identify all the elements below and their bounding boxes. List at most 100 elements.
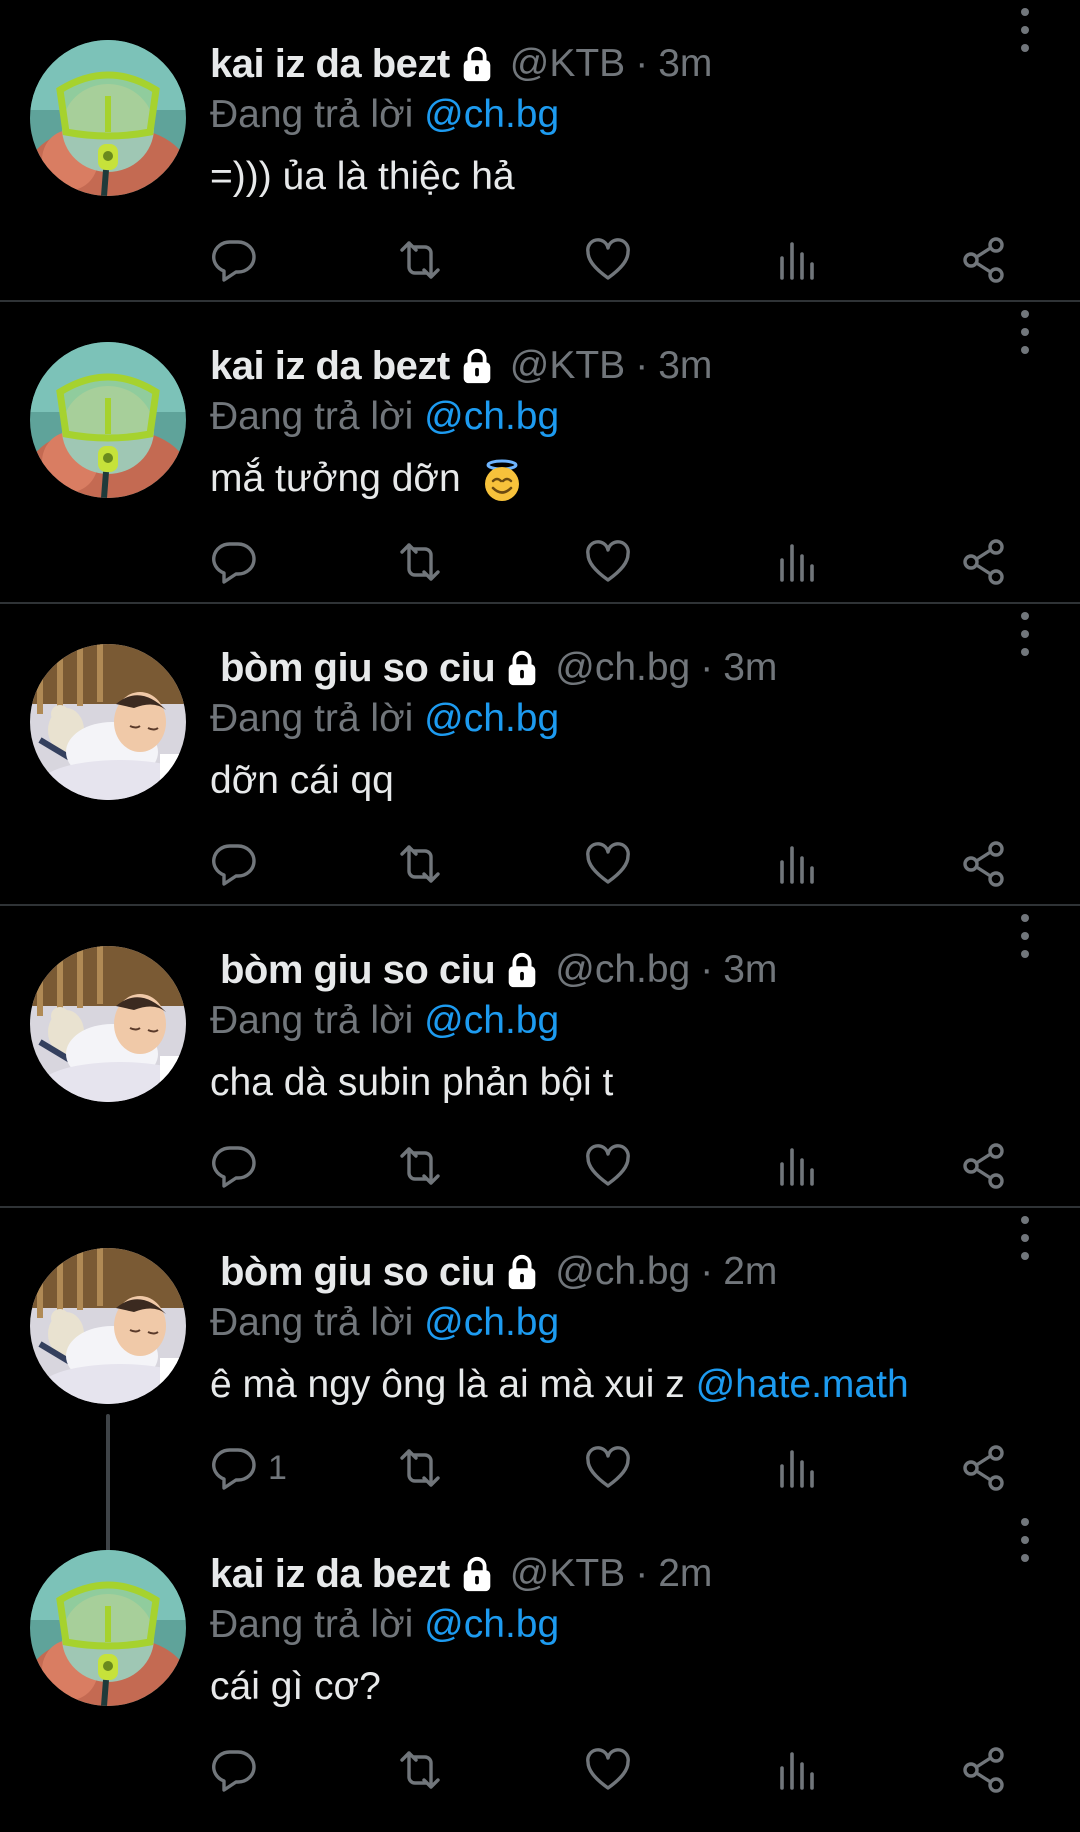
reply-prefix: Đang trả lời <box>210 999 414 1042</box>
views-button[interactable] <box>772 1438 820 1498</box>
reply-button[interactable] <box>210 230 268 290</box>
display-name[interactable]: bòm giu so ciu <box>220 646 496 691</box>
share-icon <box>960 840 1008 888</box>
views-icon <box>772 840 820 888</box>
reply-button[interactable] <box>210 532 268 592</box>
inline-mention[interactable]: @hate.math <box>696 1363 909 1406</box>
timestamp[interactable]: 2m <box>658 1552 712 1596</box>
share-button[interactable] <box>960 1740 1008 1800</box>
handle[interactable]: @KTB <box>510 1552 625 1596</box>
handle[interactable]: @KTB <box>510 42 625 86</box>
separator: · <box>700 1250 714 1293</box>
reply-to-mention[interactable]: @ch.bg <box>424 93 559 136</box>
reply-to-mention[interactable]: @ch.bg <box>424 999 559 1042</box>
views-button[interactable] <box>772 1740 820 1800</box>
views-icon <box>772 538 820 586</box>
retweet-button[interactable] <box>396 1136 444 1196</box>
more-options-icon[interactable] <box>1010 612 1040 656</box>
share-button[interactable] <box>960 532 1008 592</box>
display-name[interactable]: bòm giu so ciu <box>220 1250 496 1295</box>
views-button[interactable] <box>772 1136 820 1196</box>
more-options-icon[interactable] <box>1010 914 1040 958</box>
tweet[interactable]: kai iz da bezt @KTB · 3m Đang trả lời @c… <box>0 302 1080 604</box>
like-button[interactable] <box>584 1136 632 1196</box>
retweet-icon <box>396 538 444 586</box>
display-name[interactable]: kai iz da bezt <box>210 1552 450 1597</box>
retweet-icon <box>396 840 444 888</box>
more-options-icon[interactable] <box>1010 310 1040 354</box>
avatar[interactable] <box>30 40 186 196</box>
tweet[interactable]: kai iz da bezt @KTB · 3m Đang trả lời @c… <box>0 0 1080 302</box>
like-button[interactable] <box>584 1438 632 1498</box>
share-button[interactable] <box>960 230 1008 290</box>
tweet[interactable]: kai iz da bezt @KTB · 2m Đang trả lời @c… <box>0 1510 1080 1812</box>
avatar[interactable] <box>30 1248 186 1404</box>
replying-to: Đang trả lời @ch.bg <box>210 392 1060 442</box>
reply-prefix: Đang trả lời <box>210 1603 414 1646</box>
like-button[interactable] <box>584 834 632 894</box>
retweet-button[interactable] <box>396 532 444 592</box>
goggles-avatar <box>30 40 186 196</box>
tweet[interactable]: bòm giu so ciu @ch.bg · 3m Đang trả lời … <box>0 906 1080 1208</box>
handle[interactable]: @ch.bg <box>555 948 690 992</box>
reply-to-mention[interactable]: @ch.bg <box>424 1301 559 1344</box>
tweet-text-row: mắ tưởng dỡn <box>210 454 1060 504</box>
avatar[interactable] <box>30 1550 186 1706</box>
tweet-feed: kai iz da bezt @KTB · 3m Đang trả lời @c… <box>0 0 1080 1832</box>
like-button[interactable] <box>584 1740 632 1800</box>
more-options-icon[interactable] <box>1010 1518 1040 1562</box>
retweet-button[interactable] <box>396 230 444 290</box>
timestamp[interactable]: 3m <box>723 646 777 690</box>
avatar[interactable] <box>30 342 186 498</box>
reply-to-mention[interactable]: @ch.bg <box>424 1603 559 1646</box>
goggles-avatar <box>30 1550 186 1706</box>
share-button[interactable] <box>960 834 1008 894</box>
share-button[interactable] <box>960 1136 1008 1196</box>
views-button[interactable] <box>772 532 820 592</box>
reply-to-mention[interactable]: @ch.bg <box>424 697 559 740</box>
timestamp[interactable]: 2m <box>723 1250 777 1294</box>
avatar[interactable] <box>30 946 186 1102</box>
display-name[interactable]: kai iz da bezt <box>210 344 450 389</box>
more-options-icon[interactable] <box>1010 1216 1040 1260</box>
retweet-button[interactable] <box>396 834 444 894</box>
sleeping-child-avatar <box>30 946 186 1102</box>
views-button[interactable] <box>772 230 820 290</box>
reply-icon <box>210 538 258 586</box>
handle[interactable]: @ch.bg <box>555 1250 690 1294</box>
reply-button[interactable] <box>210 1740 268 1800</box>
tweet-text: cha dà subin phản bội t <box>210 1061 614 1104</box>
reply-prefix: Đang trả lời <box>210 697 414 740</box>
display-name[interactable]: kai iz da bezt <box>210 42 450 87</box>
like-button[interactable] <box>584 230 632 290</box>
share-icon <box>960 538 1008 586</box>
share-icon <box>960 1444 1008 1492</box>
tweet[interactable]: bòm giu so ciu @ch.bg · 3m Đang trả lời … <box>0 604 1080 906</box>
lock-icon <box>503 951 541 989</box>
reply-button[interactable] <box>210 834 268 894</box>
timestamp[interactable]: 3m <box>658 42 712 86</box>
share-button[interactable] <box>960 1438 1008 1498</box>
like-icon <box>584 236 632 284</box>
handle[interactable]: @KTB <box>510 344 625 388</box>
timestamp[interactable]: 3m <box>658 344 712 388</box>
lock-icon <box>503 649 541 687</box>
display-name[interactable]: bòm giu so ciu <box>220 948 496 993</box>
retweet-button[interactable] <box>396 1740 444 1800</box>
reply-button[interactable] <box>210 1136 268 1196</box>
reply-icon <box>210 1142 258 1190</box>
retweet-button[interactable] <box>396 1438 444 1498</box>
like-button[interactable] <box>584 532 632 592</box>
more-options-icon[interactable] <box>1010 8 1040 52</box>
separator: · <box>635 344 649 387</box>
tweet[interactable]: bòm giu so ciu @ch.bg · 2m Đang trả lời … <box>0 1208 1080 1554</box>
handle[interactable]: @ch.bg <box>555 646 690 690</box>
reply-button[interactable]: 1 <box>210 1438 287 1498</box>
avatar[interactable] <box>30 644 186 800</box>
sleeping-child-avatar <box>30 1248 186 1404</box>
reply-to-mention[interactable]: @ch.bg <box>424 395 559 438</box>
timestamp[interactable]: 3m <box>723 948 777 992</box>
retweet-icon <box>396 1142 444 1190</box>
separator: · <box>700 948 714 991</box>
views-button[interactable] <box>772 834 820 894</box>
